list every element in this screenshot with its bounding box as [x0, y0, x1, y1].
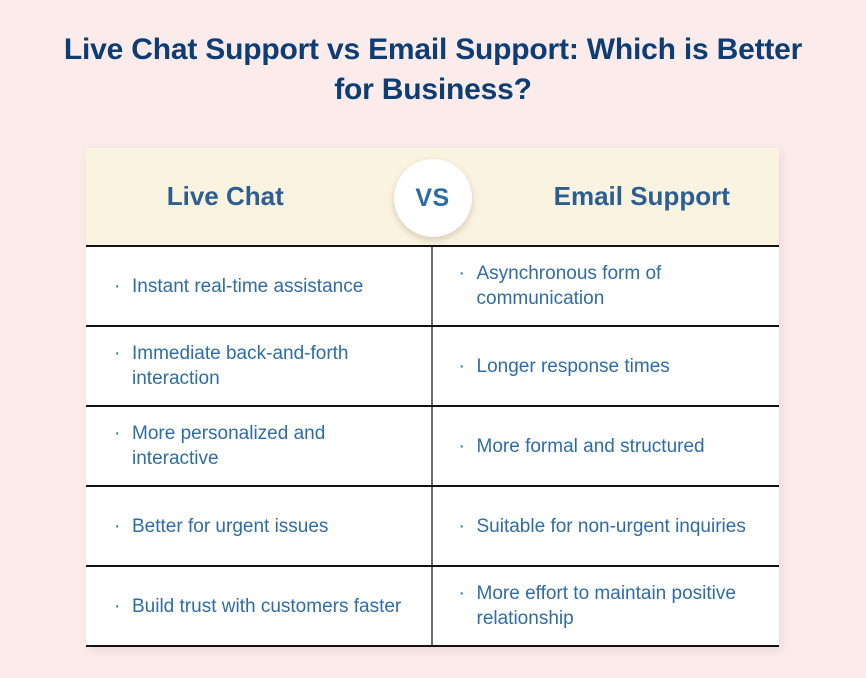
bullet-item: · Longer response times	[457, 354, 670, 379]
cell-live-chat: · Immediate back-and-forth interaction	[86, 327, 433, 405]
bullet-text: More effort to maintain positive relatio…	[476, 583, 736, 629]
cell-email-support: · Suitable for non-urgent inquiries	[433, 487, 780, 565]
cell-live-chat: · Build trust with customers faster	[86, 567, 433, 645]
cell-email-support: · More effort to maintain positive relat…	[433, 567, 780, 645]
page-title: Live Chat Support vs Email Support: Whic…	[63, 33, 803, 106]
bullet-text: Suitable for non-urgent inquiries	[476, 515, 746, 537]
infographic-page: Live Chat Support vs Email Support: Whic…	[0, 0, 866, 678]
bullet-icon: ·	[114, 595, 121, 617]
bullet-text: Immediate back-and-forth interaction	[132, 343, 349, 389]
table-row: · More personalized and interactive · Mo…	[86, 407, 779, 487]
bullet-item: · More formal and structured	[457, 434, 705, 459]
bullet-item: · Asynchronous form of communication	[457, 261, 764, 311]
column-header-email-support: Email Support	[553, 181, 730, 211]
bullet-text: Longer response times	[476, 355, 670, 377]
cell-live-chat: · More personalized and interactive	[86, 407, 433, 485]
bullet-icon: ·	[458, 515, 465, 537]
bullet-item: · Better for urgent issues	[112, 514, 328, 539]
bullet-text: Better for urgent issues	[132, 515, 329, 537]
bullet-icon: ·	[458, 355, 465, 377]
bullet-item: · Immediate back-and-forth interaction	[112, 341, 415, 391]
bullet-icon: ·	[458, 583, 465, 604]
table-header-row: Live Chat Email Support VS	[86, 148, 779, 247]
bullet-icon: ·	[114, 515, 121, 537]
cell-live-chat: · Better for urgent issues	[86, 487, 433, 565]
bullet-item: · Instant real-time assistance	[112, 274, 363, 299]
cell-live-chat: · Instant real-time assistance	[86, 247, 433, 325]
bullet-icon: ·	[114, 343, 121, 364]
bullet-item: · More effort to maintain positive relat…	[457, 581, 764, 631]
table-row: · Immediate back-and-forth interaction ·…	[86, 327, 779, 407]
table-row: · Instant real-time assistance · Asynchr…	[86, 247, 779, 327]
bullet-item: · More personalized and interactive	[112, 421, 415, 471]
table-row: · Build trust with customers faster · Mo…	[86, 567, 779, 647]
cell-email-support: · More formal and structured	[433, 407, 780, 485]
bullet-text: More personalized and interactive	[132, 423, 326, 469]
bullet-text: More formal and structured	[476, 435, 705, 457]
bullet-icon: ·	[114, 275, 121, 297]
cell-email-support: · Longer response times	[433, 327, 780, 405]
bullet-text: Instant real-time assistance	[132, 275, 364, 297]
vs-badge: VS	[393, 159, 472, 237]
bullet-icon: ·	[114, 423, 121, 444]
column-header-live-chat: Live Chat	[166, 181, 284, 211]
bullet-item: · Suitable for non-urgent inquiries	[457, 514, 746, 539]
cell-email-support: · Asynchronous form of communication	[433, 247, 780, 325]
bullet-item: · Build trust with customers faster	[112, 594, 401, 619]
bullet-icon: ·	[458, 435, 465, 457]
table-row: · Better for urgent issues · Suitable fo…	[86, 487, 779, 567]
bullet-text: Asynchronous form of communication	[476, 263, 662, 309]
comparison-table: Live Chat Email Support VS · Instant rea…	[86, 148, 779, 647]
bullet-text: Build trust with customers faster	[132, 595, 402, 617]
bullet-icon: ·	[458, 263, 465, 284]
